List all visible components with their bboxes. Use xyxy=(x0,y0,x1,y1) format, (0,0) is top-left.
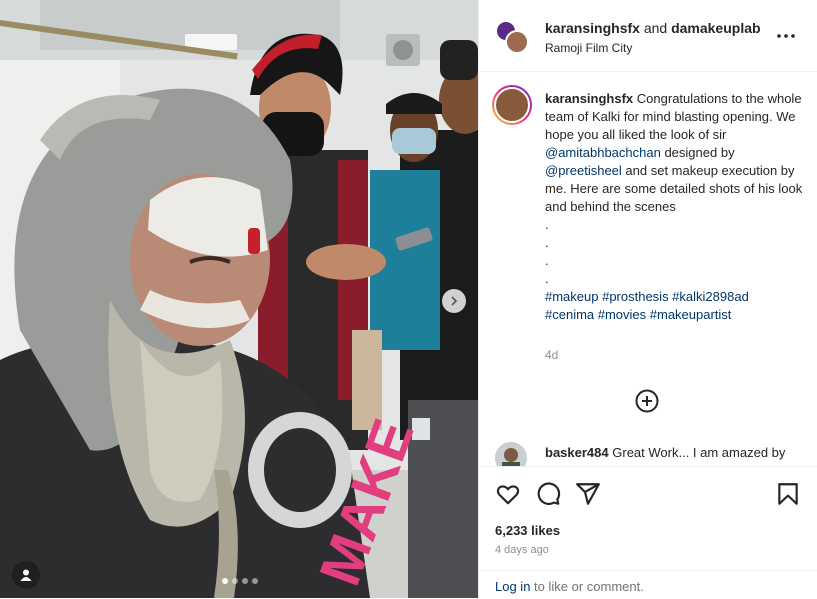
carousel-dot xyxy=(252,578,258,584)
author-username[interactable]: karansinghsfx xyxy=(545,20,640,36)
post-location[interactable]: Ramoji Film City xyxy=(545,41,632,55)
carousel-indicator xyxy=(222,578,258,584)
likes-count[interactable]: 6,233 likes xyxy=(495,523,560,538)
carousel-dot xyxy=(242,578,248,584)
login-link[interactable]: Log in xyxy=(495,579,530,594)
chevron-right-icon xyxy=(451,296,458,306)
post-photo: MAKE xyxy=(0,0,478,598)
author-connector: and xyxy=(643,20,668,36)
caption-spacer: . xyxy=(545,253,549,268)
user-tag-icon xyxy=(20,569,32,581)
comment-icon[interactable] xyxy=(535,481,561,507)
post-actions: 6,233 likes 4 days ago Log in to like or… xyxy=(479,466,817,598)
post-caption: karansinghsfx Congratulations to the who… xyxy=(545,90,807,324)
tagged-users-button[interactable] xyxy=(12,561,40,589)
comment-text: Great Work... I am amazed by xyxy=(612,445,786,460)
mention-link[interactable]: @amitabhbachchan xyxy=(545,145,661,160)
login-prompt-text: to like or comment. xyxy=(534,579,644,594)
avatar[interactable] xyxy=(505,30,529,54)
mention-link[interactable]: @preetisheel xyxy=(545,163,622,178)
caption-username[interactable]: karansinghsfx xyxy=(545,91,633,106)
caption-time: 4d xyxy=(545,348,559,362)
hashtags[interactable]: #cenima #movies #makeupartist xyxy=(545,307,731,322)
comment: basker484 Great Work... I am amazed by xyxy=(545,444,807,462)
coauthor-username[interactable]: damakeuplab xyxy=(671,20,760,36)
hashtags[interactable]: #makeup #prosthesis #kalki2898ad xyxy=(545,289,749,304)
plus-circle-icon[interactable] xyxy=(634,388,660,414)
post-media[interactable]: MAKE xyxy=(0,0,478,598)
heart-icon[interactable] xyxy=(495,481,521,507)
caption-spacer: . xyxy=(545,271,549,286)
avatar[interactable] xyxy=(492,85,532,125)
login-prompt: Log in to like or comment. xyxy=(479,570,817,599)
caption-text: designed by xyxy=(664,145,735,160)
comment-username[interactable]: basker484 xyxy=(545,445,609,460)
carousel-dot xyxy=(232,578,238,584)
carousel-dot xyxy=(222,578,228,584)
bookmark-icon[interactable] xyxy=(775,481,801,507)
post-date: 4 days ago xyxy=(495,544,549,556)
caption-spacer: . xyxy=(545,235,549,250)
post-header: karansinghsfx and damakeuplab Ramoji Fil… xyxy=(479,0,817,72)
post-authors: karansinghsfx and damakeuplab xyxy=(545,20,761,36)
caption-spacer: . xyxy=(545,217,549,232)
share-icon[interactable] xyxy=(575,481,601,507)
post-viewer: MAKE karansinghsfx and damakeuplab Ramoj… xyxy=(0,0,817,598)
next-photo-button[interactable] xyxy=(442,289,466,313)
more-horizontal-icon xyxy=(777,34,795,38)
more-options-button[interactable] xyxy=(774,24,798,48)
post-details-panel: karansinghsfx and damakeuplab Ramoji Fil… xyxy=(478,0,817,598)
